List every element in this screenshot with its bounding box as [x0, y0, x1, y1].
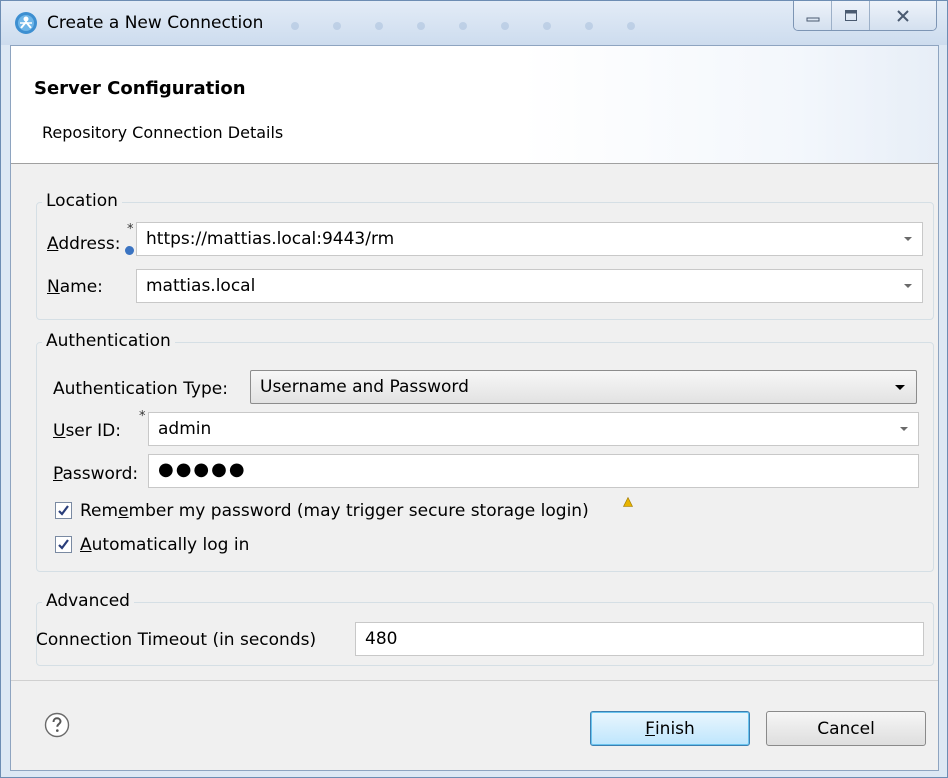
timeout-value: 480	[365, 629, 398, 649]
password-field[interactable]: ●●●●●	[148, 454, 919, 488]
wizard-header: Server Configuration Repository Connecti…	[11, 46, 938, 164]
maximize-button[interactable]	[832, 1, 870, 30]
warning-icon	[623, 497, 633, 507]
name-combo[interactable]: mattias.local	[136, 269, 923, 303]
auth-type-label: Authentication Type:	[53, 379, 228, 399]
address-value: https://mattias.local:9443/rm	[146, 229, 395, 249]
remember-password-checkbox[interactable]	[55, 502, 72, 519]
name-dropdown-arrow[interactable]	[894, 270, 922, 302]
finish-button[interactable]: Finish	[590, 711, 750, 746]
checkmark-icon	[58, 539, 69, 550]
userid-label: User ID:	[53, 421, 121, 441]
address-dropdown-arrow[interactable]	[894, 223, 922, 255]
dialog-window: Create a New Connection Server Configura…	[0, 0, 948, 778]
cancel-button[interactable]: Cancel	[766, 711, 926, 746]
userid-dropdown-arrow[interactable]	[890, 413, 918, 445]
chevron-down-icon	[895, 384, 905, 390]
address-required-marker: *	[127, 222, 134, 237]
minimize-button[interactable]	[794, 1, 832, 30]
auth-type-dropdown-arrow[interactable]	[886, 371, 914, 403]
auto-login-label[interactable]: Automatically log in	[80, 535, 249, 555]
name-value: mattias.local	[146, 276, 256, 296]
name-label: Name:	[47, 277, 103, 297]
auth-type-select[interactable]: Username and Password	[250, 370, 917, 404]
location-legend: Location	[42, 191, 122, 211]
auto-login-checkbox[interactable]	[55, 536, 72, 553]
userid-combo[interactable]: admin	[148, 412, 919, 446]
title-decoration	[291, 15, 669, 35]
chevron-down-icon	[904, 237, 912, 241]
address-combo[interactable]: https://mattias.local:9443/rm	[136, 222, 923, 256]
minimize-icon	[806, 17, 819, 21]
page-subtitle: Repository Connection Details	[42, 123, 284, 142]
close-button[interactable]	[870, 1, 936, 30]
close-icon	[897, 9, 909, 22]
eclipse-connection-icon	[15, 12, 37, 34]
dialog-body: Server Configuration Repository Connecti…	[10, 45, 939, 771]
advanced-legend: Advanced	[42, 591, 134, 611]
chevron-down-icon	[904, 284, 912, 288]
window-controls	[793, 1, 937, 31]
authentication-legend: Authentication	[42, 331, 175, 351]
remember-password-label[interactable]: Remember my password (may trigger secure…	[80, 501, 589, 521]
timeout-field[interactable]: 480	[355, 622, 924, 656]
window-title: Create a New Connection	[47, 13, 264, 33]
auth-type-value: Username and Password	[260, 377, 469, 397]
maximize-icon	[844, 9, 857, 21]
timeout-label: Connection Timeout (in seconds)	[36, 630, 317, 650]
userid-required-marker: *	[139, 409, 146, 424]
userid-value: admin	[158, 419, 212, 439]
title-bar[interactable]: Create a New Connection	[1, 1, 947, 45]
password-mask: ●●●●●	[158, 459, 247, 480]
cancel-label: Cancel	[817, 718, 875, 739]
password-label: Password:	[53, 464, 139, 484]
info-icon	[125, 246, 134, 255]
page-title: Server Configuration	[34, 78, 246, 99]
help-icon[interactable]	[44, 712, 70, 738]
footer-divider	[11, 680, 938, 681]
address-label: Address:	[47, 234, 121, 254]
checkmark-icon	[58, 505, 69, 516]
chevron-down-icon	[900, 427, 908, 431]
